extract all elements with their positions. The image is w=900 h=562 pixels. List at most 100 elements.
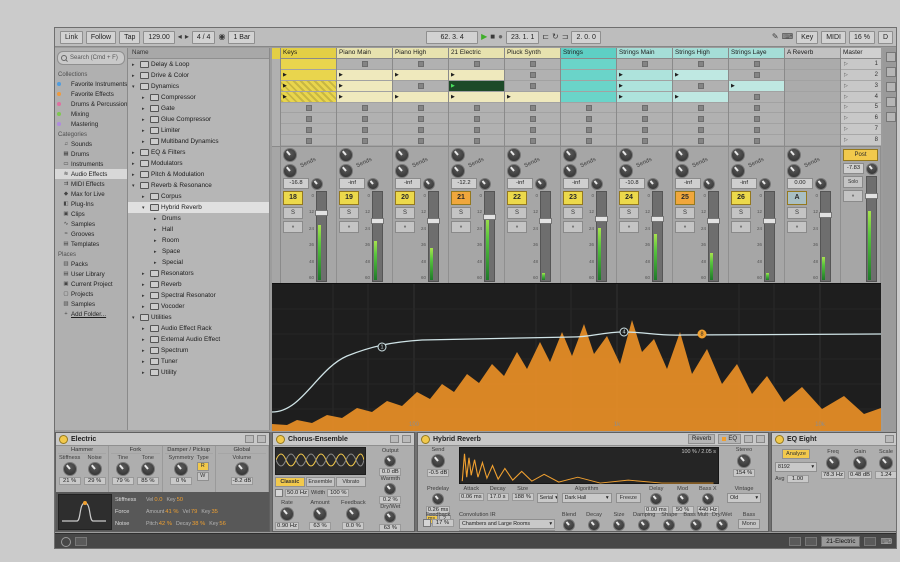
- tree-item[interactable]: ▸ Compressor: [128, 92, 269, 103]
- clip-slot[interactable]: [393, 70, 448, 81]
- scene-slot[interactable]: ▷ 3: [841, 81, 881, 92]
- solo-button[interactable]: S: [731, 207, 751, 219]
- param-knob[interactable]: [690, 519, 702, 531]
- sidebar-item[interactable]: ▦ Drums: [55, 149, 127, 159]
- param-knob[interactable]: [879, 456, 893, 470]
- send-b-knob[interactable]: [339, 164, 353, 178]
- sidebar-item[interactable]: ≈ Grooves: [55, 229, 127, 239]
- param-knob[interactable]: [174, 462, 188, 476]
- width-value[interactable]: 100 %: [327, 489, 349, 497]
- volume-fader[interactable]: [764, 191, 775, 282]
- search-input[interactable]: Search (Cmd + F): [57, 51, 125, 65]
- keyboard-icon[interactable]: ⌨: [880, 537, 892, 546]
- stereo-knob[interactable]: [737, 454, 751, 468]
- volume-fader[interactable]: [428, 191, 439, 282]
- volume-fader[interactable]: [372, 191, 383, 282]
- param-value[interactable]: 63 %: [379, 524, 401, 532]
- param-value[interactable]: 0.90 Hz: [275, 522, 299, 530]
- clip-slot[interactable]: [617, 124, 672, 135]
- arm-button[interactable]: ●: [731, 221, 751, 233]
- send-b-knob[interactable]: [619, 164, 633, 178]
- clip-slot[interactable]: [785, 81, 840, 92]
- send-a-knob[interactable]: [787, 148, 801, 162]
- param-value[interactable]: 29 %: [84, 477, 106, 485]
- clip-slot[interactable]: [393, 135, 448, 146]
- sidebar-item[interactable]: Mixing: [55, 109, 127, 119]
- clip-slot[interactable]: [449, 135, 504, 146]
- clip-slot[interactable]: [281, 103, 336, 114]
- track-header[interactable]: 21 Electric: [449, 48, 504, 59]
- tree-item[interactable]: ▸ Tuner: [128, 356, 269, 367]
- pan-knob[interactable]: [535, 178, 547, 190]
- volume-fader[interactable]: [316, 191, 327, 282]
- mode-button[interactable]: Ensemble: [306, 477, 336, 487]
- volume-fader[interactable]: [596, 191, 607, 282]
- tree-item[interactable]: ▸ Glue Compressor: [128, 114, 269, 125]
- hot-swap-icon[interactable]: [885, 435, 894, 443]
- clip-slot[interactable]: [449, 103, 504, 114]
- volume-value[interactable]: -16.8: [283, 178, 309, 189]
- clip-slot[interactable]: [449, 124, 504, 135]
- tree-item[interactable]: ▸ EQ & Filters: [128, 147, 269, 158]
- sidebar-item[interactable]: ∿ Samples: [55, 219, 127, 229]
- device-on-toggle[interactable]: [276, 435, 285, 444]
- param-value[interactable]: 85 %: [137, 477, 159, 485]
- volume-value[interactable]: -inf: [731, 178, 757, 189]
- param-value[interactable]: -8.2 dB: [231, 477, 254, 485]
- track-activator[interactable]: A: [787, 191, 807, 205]
- clip-slot[interactable]: [337, 113, 392, 124]
- loop-icon[interactable]: ↻: [552, 32, 559, 42]
- tree-item[interactable]: ▸ Audio Effect Rack: [128, 323, 269, 334]
- master-solo-button[interactable]: Solo: [843, 176, 863, 188]
- hot-swap-icon[interactable]: [744, 435, 753, 443]
- arm-button[interactable]: ●: [675, 221, 695, 233]
- mixer-toggle-icon[interactable]: [886, 112, 896, 122]
- param-value[interactable]: 21 %: [59, 477, 81, 485]
- nudge-down-button[interactable]: ◂: [178, 32, 182, 42]
- disclosure-arrow-icon[interactable]: ▸: [142, 370, 148, 376]
- fader-handle[interactable]: [651, 216, 664, 222]
- sidebar-item[interactable]: + Add Folder...: [55, 309, 127, 319]
- scene-slot[interactable]: ▷ 1: [841, 59, 881, 70]
- clip-slot[interactable]: [505, 70, 560, 81]
- tree-item[interactable]: ▸ External Audio Effect: [128, 334, 269, 345]
- scene-play-icon[interactable]: ▷: [844, 126, 848, 132]
- pan-knob[interactable]: [479, 178, 491, 190]
- sidebar-item[interactable]: Favorite Instruments: [55, 79, 127, 89]
- sidebar-item[interactable]: Drums & Percussion: [55, 99, 127, 109]
- clip-slot[interactable]: [281, 59, 336, 70]
- clip-slot[interactable]: [281, 92, 336, 103]
- volume-fader[interactable]: [708, 191, 719, 282]
- vintage-select[interactable]: Old▾: [727, 493, 761, 503]
- solo-button[interactable]: S: [395, 207, 415, 219]
- solo-button[interactable]: S: [619, 207, 639, 219]
- freeze-button[interactable]: Freeze: [616, 493, 641, 503]
- scene-play-icon[interactable]: ▷: [844, 104, 848, 110]
- disclosure-arrow-icon[interactable]: ▸: [154, 238, 160, 244]
- disclosure-arrow-icon[interactable]: ▸: [132, 161, 138, 167]
- matrix-cell-value[interactable]: 42 %: [159, 521, 172, 527]
- sidebar-item[interactable]: ▭ Instruments: [55, 159, 127, 169]
- arrangement-position-field[interactable]: 62. 3. 4: [426, 31, 478, 44]
- clip-slot[interactable]: [729, 59, 784, 70]
- sidebar-item[interactable]: ▣ Clips: [55, 209, 127, 219]
- param-knob[interactable]: [702, 493, 714, 505]
- midi-map-button[interactable]: MIDI: [821, 31, 846, 44]
- clip-slot[interactable]: [505, 124, 560, 135]
- clip-slot[interactable]: [393, 92, 448, 103]
- clip-slot[interactable]: [561, 103, 616, 114]
- tree-item[interactable]: ▸ Vocoder: [128, 301, 269, 312]
- pan-knob[interactable]: [367, 178, 379, 190]
- tree-item[interactable]: ▾ Utilities: [128, 312, 269, 323]
- sidebar-item[interactable]: ◧ Plug-Ins: [55, 199, 127, 209]
- send-b-knob[interactable]: [731, 164, 745, 178]
- punch-out-icon[interactable]: ⊐: [562, 32, 569, 42]
- sidebar-item[interactable]: ▧ Samples: [55, 299, 127, 309]
- scene-play-icon[interactable]: ▷: [844, 72, 848, 78]
- track-header[interactable]: Keys: [281, 48, 336, 59]
- clip-slot[interactable]: [785, 70, 840, 81]
- clip-slot[interactable]: [673, 92, 728, 103]
- clip-slot[interactable]: [281, 124, 336, 135]
- fader-handle[interactable]: [315, 210, 328, 216]
- disclosure-arrow-icon[interactable]: ▸: [142, 95, 148, 101]
